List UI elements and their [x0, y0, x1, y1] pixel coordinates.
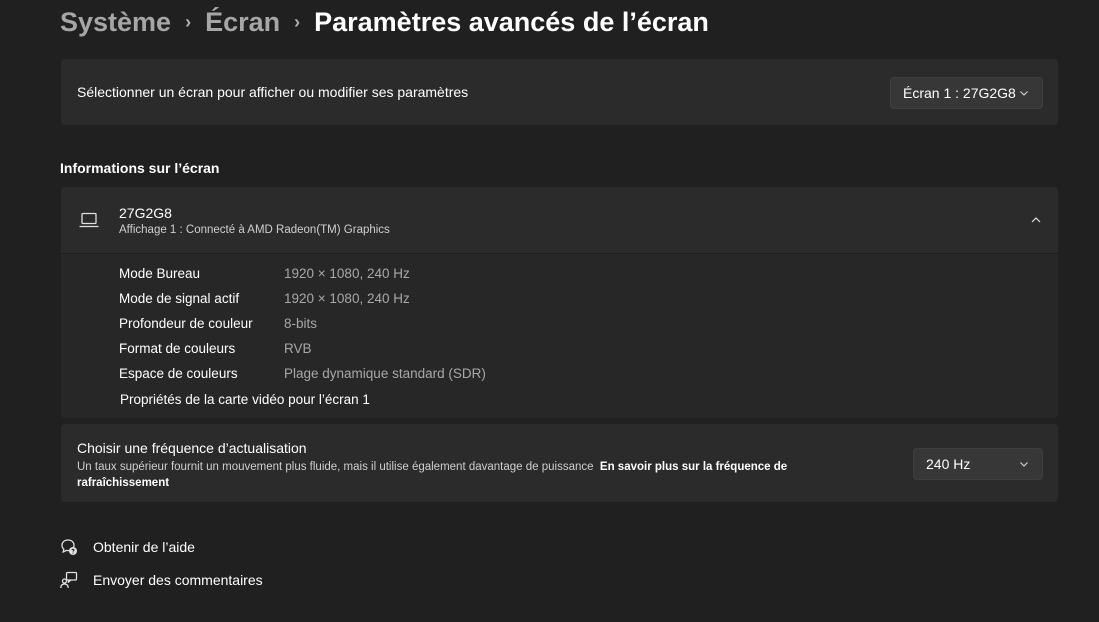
display-select-value: Écran 1 : 27G2G8 [903, 85, 1016, 101]
select-display-label: Sélectionner un écran pour afficher ou m… [77, 84, 469, 100]
breadcrumb-separator: › [294, 11, 301, 32]
info-value: 1920 × 1080, 240 Hz [284, 291, 410, 306]
get-help-label: Obtenir de l’aide [93, 539, 195, 555]
refresh-rate-description: Un taux supérieur fournit un mouvement p… [77, 459, 847, 491]
info-value: 1920 × 1080, 240 Hz [284, 266, 410, 281]
info-value: RVB [284, 341, 312, 356]
info-key: Profondeur de couleur [119, 316, 253, 331]
breadcrumb: Système › Écran › Paramètres avancés de … [60, 4, 709, 40]
chevron-up-icon[interactable] [1030, 214, 1042, 226]
send-feedback-label: Envoyer des commentaires [93, 572, 263, 588]
display-select-dropdown[interactable]: Écran 1 : 27G2G8 [890, 77, 1043, 109]
page-title: Paramètres avancés de l’écran [314, 6, 709, 37]
info-value: Plage dynamique standard (SDR) [284, 366, 486, 381]
info-key: Mode de signal actif [119, 291, 240, 306]
info-key: Format de couleurs [119, 341, 236, 356]
help-chat-icon [61, 539, 77, 555]
refresh-rate-card: Choisir une fréquence d’actualisation Un… [61, 424, 1058, 502]
select-display-card: Sélectionner un écran pour afficher ou m… [61, 59, 1058, 125]
refresh-rate-description-text: Un taux supérieur fournit un mouvement p… [77, 461, 594, 473]
refresh-rate-title: Choisir une fréquence d’actualisation [77, 440, 307, 456]
refresh-rate-dropdown[interactable]: 240 Hz [913, 448, 1043, 480]
display-connection: Affichage 1 : Connecté à AMD Radeon(TM) … [119, 224, 390, 236]
refresh-rate-value: 240 Hz [926, 456, 971, 472]
feedback-icon [60, 571, 78, 589]
breadcrumb-systeme[interactable]: Système [60, 7, 171, 38]
laptop-icon [79, 212, 99, 228]
adapter-properties-link[interactable]: Propriétés de la carte vidéo pour l’écra… [120, 392, 370, 407]
breadcrumb-ecran[interactable]: Écran [205, 7, 280, 38]
display-name: 27G2G8 [119, 205, 172, 221]
info-key: Mode Bureau [119, 266, 201, 281]
get-help-link[interactable]: Obtenir de l’aide [60, 538, 195, 556]
info-key: Espace de couleurs [119, 366, 238, 381]
display-info-header[interactable]: 27G2G8 Affichage 1 : Connecté à AMD Rade… [61, 187, 1058, 254]
breadcrumb-separator: › [185, 11, 192, 32]
chevron-down-icon [1020, 462, 1028, 467]
send-feedback-link[interactable]: Envoyer des commentaires [60, 571, 263, 589]
display-info-card: 27G2G8 Affichage 1 : Connecté à AMD Rade… [61, 187, 1058, 418]
info-value: 8-bits [284, 316, 318, 331]
chevron-down-icon [1020, 91, 1028, 96]
section-title-informations: Informations sur l’écran [60, 160, 220, 176]
